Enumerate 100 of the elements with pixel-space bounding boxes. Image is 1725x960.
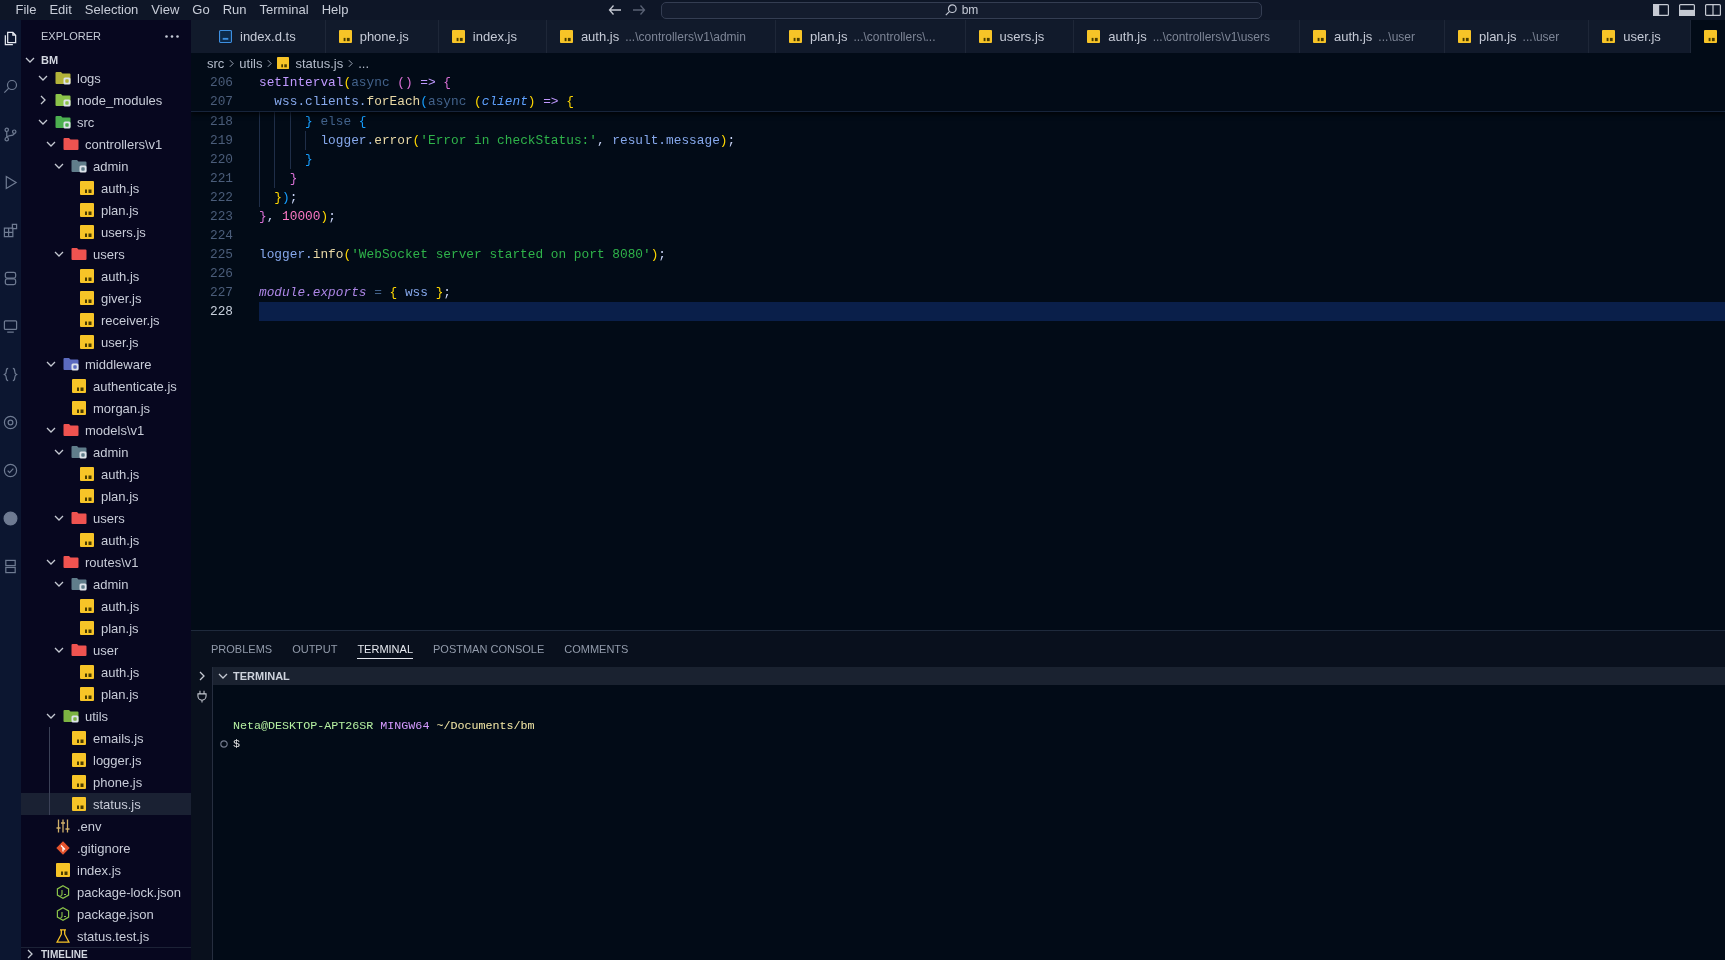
- stack-icon[interactable]: [3, 271, 18, 286]
- tab[interactable]: index.d.ts: [206, 20, 326, 53]
- menu-item[interactable]: Run: [216, 1, 253, 19]
- search-icon[interactable]: [3, 79, 18, 94]
- tree-item[interactable]: users: [21, 243, 191, 265]
- monitor-icon[interactable]: [3, 319, 18, 334]
- menu-item[interactable]: Selection: [78, 1, 145, 19]
- check-circle-icon[interactable]: [3, 463, 18, 478]
- tree-item[interactable]: receiver.js: [21, 309, 191, 331]
- tab[interactable]: users.js: [965, 20, 1075, 53]
- chevron-icon[interactable]: [46, 559, 56, 565]
- chevron-icon[interactable]: [198, 671, 205, 681]
- tree-item[interactable]: plan.js: [21, 617, 191, 639]
- panel-layout-icon[interactable]: [1679, 4, 1695, 16]
- tab[interactable]: auth.js ...\controllers\v1\admin: [546, 20, 776, 53]
- menu-item[interactable]: Go: [185, 1, 217, 19]
- tab[interactable]: auth.js ...\controllers\v1\users: [1074, 20, 1300, 53]
- sidebar-layout-icon[interactable]: [1653, 4, 1669, 16]
- tab[interactable]: auth.js ...\user: [1300, 20, 1445, 53]
- chevron-icon[interactable]: [38, 119, 48, 125]
- menu-item[interactable]: Help: [315, 1, 355, 19]
- tab[interactable]: index.js: [438, 20, 547, 53]
- breadcrumb-item[interactable]: utils: [239, 55, 263, 71]
- tab[interactable]: user.js: [1589, 20, 1691, 53]
- chevron-icon[interactable]: [38, 75, 48, 81]
- section-header[interactable]: TIMELINE: [21, 947, 191, 960]
- chevron-icon[interactable]: [218, 673, 228, 679]
- blocks-icon[interactable]: [3, 223, 18, 238]
- tree-item[interactable]: middleware: [21, 353, 191, 375]
- tree-item[interactable]: index.js: [21, 859, 191, 881]
- chevron-icon[interactable]: [54, 449, 64, 455]
- breadcrumb-item[interactable]: src: [207, 55, 225, 71]
- tree-item[interactable]: utils: [21, 705, 191, 727]
- chevron-icon[interactable]: [27, 949, 33, 959]
- tab[interactable]: phone.js: [325, 20, 439, 53]
- more-icon[interactable]: [165, 34, 179, 38]
- disc-icon[interactable]: [3, 511, 18, 526]
- panel-tab[interactable]: COMMENTS: [564, 639, 629, 659]
- chevron-icon[interactable]: [46, 427, 56, 433]
- tree-item[interactable]: giver.js: [21, 287, 191, 309]
- tree-item[interactable]: plan.js: [21, 485, 191, 507]
- tab[interactable]: plan.js ...\controllers\...: [775, 20, 966, 53]
- tree-item[interactable]: user.js: [21, 331, 191, 353]
- tree-item[interactable]: morgan.js: [21, 397, 191, 419]
- tree-item[interactable]: node_modules: [21, 89, 191, 111]
- chevron-icon[interactable]: [46, 141, 56, 147]
- squares-icon[interactable]: [3, 559, 18, 574]
- menu-item[interactable]: Terminal: [253, 1, 316, 19]
- tree-item[interactable]: .env: [21, 815, 191, 837]
- chevron-icon[interactable]: [54, 163, 64, 169]
- tree-item[interactable]: package.json: [21, 903, 191, 925]
- panel-tab[interactable]: TERMINAL: [357, 639, 413, 659]
- tree-item[interactable]: auth.js: [21, 463, 191, 485]
- menu-item[interactable]: View: [144, 1, 186, 19]
- tree-item[interactable]: auth.js: [21, 177, 191, 199]
- chevron-icon[interactable]: [40, 95, 46, 105]
- tree-item[interactable]: controllers\v1: [21, 133, 191, 155]
- tree-item[interactable]: .gitignore: [21, 837, 191, 859]
- chevron-icon[interactable]: [25, 56, 35, 63]
- braces-icon[interactable]: [3, 367, 18, 382]
- chevron-icon[interactable]: [46, 713, 56, 719]
- chevron-icon[interactable]: [46, 361, 56, 367]
- ring-icon[interactable]: [3, 415, 18, 430]
- panel-tab[interactable]: POSTMAN CONSOLE: [433, 639, 545, 659]
- tree-item[interactable]: admin: [21, 573, 191, 595]
- tree-item[interactable]: auth.js: [21, 265, 191, 287]
- split-layout-icon[interactable]: [1705, 4, 1721, 16]
- tab[interactable]: plan.js ...\user: [1445, 20, 1590, 53]
- tree-item[interactable]: status.test.js: [21, 925, 191, 947]
- tree-item[interactable]: auth.js: [21, 661, 191, 683]
- tree-item[interactable]: src: [21, 111, 191, 133]
- chevron-icon[interactable]: [54, 647, 64, 653]
- menu-item[interactable]: Edit: [42, 1, 79, 19]
- panel-tab[interactable]: OUTPUT: [292, 639, 338, 659]
- files-icon[interactable]: [3, 31, 18, 46]
- breadcrumb-item[interactable]: status.js: [277, 55, 344, 71]
- tree-item[interactable]: admin: [21, 441, 191, 463]
- breadcrumb-item[interactable]: ...: [358, 55, 369, 71]
- tree-item[interactable]: user: [21, 639, 191, 661]
- tree-item[interactable]: admin: [21, 155, 191, 177]
- chevron-icon[interactable]: [54, 581, 64, 587]
- tree-item[interactable]: users.js: [21, 221, 191, 243]
- section-header[interactable]: BM: [21, 52, 191, 67]
- tree-item[interactable]: package-lock.json: [21, 881, 191, 903]
- chevron-icon[interactable]: [54, 515, 64, 521]
- tree-item[interactable]: status.js: [21, 793, 191, 815]
- tree-item[interactable]: models\v1: [21, 419, 191, 441]
- menu-item[interactable]: File: [9, 1, 43, 19]
- branch-icon[interactable]: [3, 127, 18, 142]
- plug-icon[interactable]: [196, 690, 207, 703]
- tree-item[interactable]: auth.js: [21, 529, 191, 551]
- tab[interactable]: [1690, 20, 1725, 53]
- search-field[interactable]: bm: [661, 1, 1262, 19]
- chevron-icon[interactable]: [54, 251, 64, 257]
- tree-item[interactable]: logs: [21, 67, 191, 89]
- back-arrow-icon[interactable]: [608, 4, 622, 16]
- tree-item[interactable]: plan.js: [21, 199, 191, 221]
- play-icon[interactable]: [3, 175, 18, 190]
- panel-tab[interactable]: PROBLEMS: [211, 639, 273, 659]
- tree-item[interactable]: routes\v1: [21, 551, 191, 573]
